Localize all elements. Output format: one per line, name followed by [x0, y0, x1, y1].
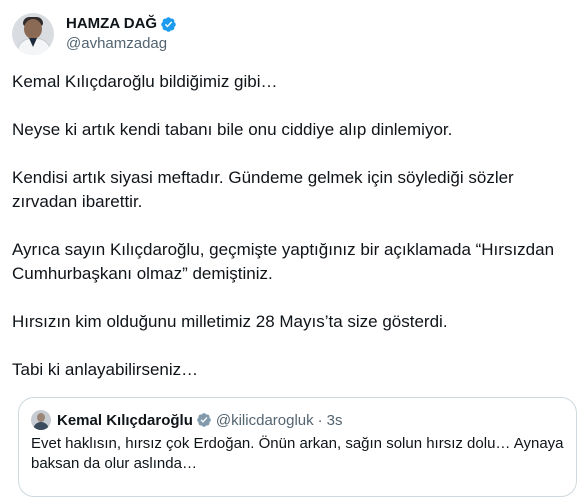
tweet-paragraph: Kendisi artık siyasi meftadır. Gündeme g… [12, 168, 514, 211]
author-name-block: HAMZA DAĞ @avhamzadag [66, 14, 177, 54]
author-display-name[interactable]: HAMZA DAĞ [66, 14, 157, 34]
author-handle[interactable]: @avhamzadag [66, 34, 177, 54]
quoted-author-handle: @kilicdarogluk [215, 411, 314, 429]
tweet-paragraph: Hırsızın kim olduğunu milletimiz 28 Mayı… [12, 312, 448, 331]
tweet-paragraph: Tabi ki anlayabilirseniz… [12, 360, 199, 379]
tweet-paragraph: Kemal Kılıçdaroğlu bildiğimiz gibi… [12, 72, 278, 91]
verified-badge-icon [161, 16, 176, 32]
tweet-paragraph: Ayrıca sayın Kılıçdaroğlu, geçmişte yapt… [12, 240, 555, 283]
quoted-tweet-text: Evet haklısın, hırsız çok Erdoğan. Önün … [31, 435, 564, 472]
quoted-tweet-timestamp[interactable]: 3s [327, 412, 343, 429]
verified-badge-icon [197, 413, 211, 427]
tweet-header: HAMZA DAĞ @avhamzadag [12, 12, 177, 56]
tweet-paragraph: Neyse ki artık kendi tabanı bile onu cid… [12, 120, 453, 139]
quoted-tweet-header: Kemal Kılıçdaroğlu @kilicdarogluk · 3s [31, 410, 564, 430]
author-avatar[interactable] [12, 13, 54, 55]
tweet-text: Kemal Kılıçdaroğlu bildiğimiz gibi… Neys… [12, 70, 572, 382]
quoted-tweet-card[interactable]: Kemal Kılıçdaroğlu @kilicdarogluk · 3s E… [18, 397, 577, 497]
quoted-author-display-name: Kemal Kılıçdaroğlu [57, 411, 193, 429]
separator-dot: · [317, 411, 323, 429]
quoted-author-avatar [31, 410, 51, 430]
